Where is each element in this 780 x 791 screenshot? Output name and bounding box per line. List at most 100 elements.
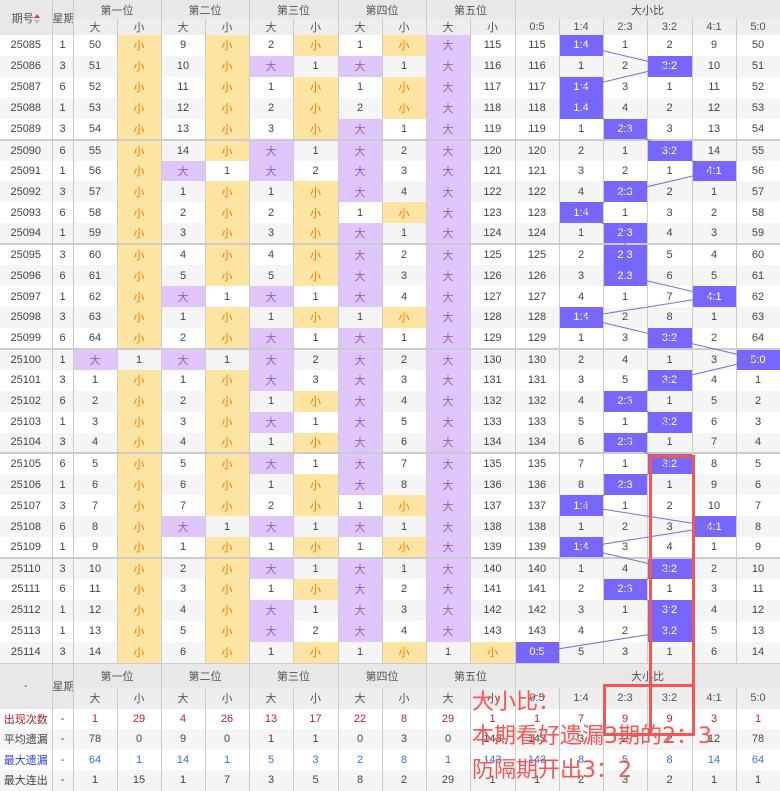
ratio-cell: 5 bbox=[692, 390, 737, 412]
position-4-big-cell: 1 bbox=[338, 202, 383, 224]
stats-value: 0 bbox=[426, 729, 471, 750]
weekday-cell: 3 bbox=[52, 432, 74, 455]
ratio-cell: 2 bbox=[559, 244, 604, 266]
position-4-big-cell: 大 bbox=[338, 160, 383, 182]
footer-ratio-0-5-header: 0:5 bbox=[515, 687, 560, 709]
ratio-hit-cell: 2:3 bbox=[603, 474, 648, 496]
stats-dash: - bbox=[52, 770, 74, 791]
position-2-header: 第二位 bbox=[161, 0, 250, 19]
weekday-cell: 3 bbox=[52, 244, 74, 266]
position-1-big-cell: 54 bbox=[73, 118, 118, 141]
position-1-big-cell: 64 bbox=[73, 327, 118, 350]
ratio-cell: 6 bbox=[736, 474, 780, 496]
ratio-cell: 7 bbox=[736, 495, 780, 517]
position-3-small-cell: 小 bbox=[293, 495, 339, 517]
position-1-small-cell: 小 bbox=[117, 390, 162, 412]
ratio-cell: 10 bbox=[736, 558, 780, 579]
ratio-cell: 6 bbox=[692, 641, 737, 663]
ratio-cell: 8 bbox=[692, 453, 737, 475]
position-2-small-cell: 小 bbox=[205, 369, 250, 391]
position-4-big-cell: 大 bbox=[338, 118, 383, 141]
ratio-cell: 14 bbox=[692, 139, 737, 161]
position-4-small-cell: 2 bbox=[382, 244, 427, 266]
ratio-cell: 1 bbox=[603, 453, 648, 475]
issue-header[interactable]: 期号 bbox=[0, 0, 53, 35]
position-3-small-cell: 小 bbox=[293, 223, 339, 246]
position-3-small-cell: 小 bbox=[293, 181, 339, 203]
position-4-small-cell: 2 bbox=[382, 348, 427, 370]
position-5-header: 第五位 bbox=[426, 0, 516, 19]
position-1-big-cell: 63 bbox=[73, 306, 118, 328]
ratio-cell: 3 bbox=[692, 223, 737, 246]
position-4-big-cell: 大 bbox=[338, 181, 383, 203]
ratio-cell: 4 bbox=[647, 223, 693, 246]
position-5-small-cell: 139 bbox=[470, 537, 516, 560]
ratio-cell: 124 bbox=[515, 223, 560, 246]
position-2-small-cell: 小 bbox=[205, 620, 250, 642]
position-1-big-cell: 6 bbox=[73, 474, 118, 496]
position-3-small-cell: 小 bbox=[293, 641, 339, 663]
position-3-big-cell: 1 bbox=[249, 474, 294, 496]
position-2-big-cell: 2 bbox=[161, 202, 206, 224]
ratio-cell: 3 bbox=[603, 537, 648, 560]
weekday-cell: 3 bbox=[52, 118, 74, 141]
ratio-cell: 121 bbox=[515, 160, 560, 182]
stats-dash: - bbox=[52, 749, 74, 770]
ratio-cell: 1 bbox=[603, 286, 648, 307]
position-3-big-cell: 2 bbox=[249, 97, 294, 119]
ratio-cell: 1 bbox=[559, 558, 604, 579]
pos3-big-header: 大 bbox=[249, 19, 294, 35]
position-1-small-cell: 1 bbox=[117, 348, 162, 370]
position-5-small-cell: 120 bbox=[470, 139, 516, 161]
ratio-cell: 5 bbox=[603, 369, 648, 391]
table-row: 25102 6 2 小 2 小 1 小大 4 大 132 132 4 2:3 1 5 2 bbox=[0, 390, 780, 412]
trend-table: 期号 星期 第一位 第二位 第三位 第四位 第五位 大小比 大小大小大小大小大小… bbox=[0, 0, 780, 663]
position-2-small-cell: 小 bbox=[205, 390, 250, 412]
ratio-cell: 59 bbox=[736, 223, 780, 246]
stats-value: 29 bbox=[426, 770, 471, 791]
position-5-small-cell: 141 bbox=[470, 578, 516, 600]
issue-number: 25109 bbox=[0, 537, 53, 560]
sort-icon[interactable] bbox=[33, 13, 40, 24]
position-3-big-cell: 3 bbox=[249, 118, 294, 141]
position-2-big-cell: 大 bbox=[161, 160, 206, 182]
position-4-small-cell: 6 bbox=[382, 432, 427, 455]
ratio-cell: 3 bbox=[559, 265, 604, 287]
stats-value: 1 bbox=[470, 770, 516, 791]
position-5-small-cell: 132 bbox=[470, 390, 516, 412]
ratio-cell: 1 bbox=[692, 306, 737, 328]
position-2-big-cell: 3 bbox=[161, 578, 206, 600]
stats-label: 最大遗漏 bbox=[0, 749, 53, 770]
ratio-cell: 2 bbox=[692, 202, 737, 224]
position-5-big-cell: 大 bbox=[426, 35, 471, 56]
ratio-cell: 122 bbox=[515, 181, 560, 203]
ratio-cell: 2 bbox=[603, 55, 648, 77]
weekday-cell: 6 bbox=[52, 327, 74, 350]
ratio-cell: 62 bbox=[736, 286, 780, 307]
position-2-small-cell: 小 bbox=[205, 495, 250, 517]
table-row: 25092 3 57 小 1 小 1 小大 4 大 122 122 4 2:3 2 1 57 bbox=[0, 181, 780, 203]
weekday-cell: 3 bbox=[52, 641, 74, 663]
table-row: 25108 6 8 小大 1 大 1 大 1 大 138 138 1 2 3 4:1 8 bbox=[0, 516, 780, 538]
ratio-cell: 10 bbox=[692, 495, 737, 517]
footer-weekday-header: 星期 bbox=[52, 663, 74, 709]
ratio-cell: 53 bbox=[736, 97, 780, 119]
footer-dash: - bbox=[0, 663, 53, 709]
ratio-cell: 115 bbox=[515, 35, 560, 56]
position-5-small-cell: 136 bbox=[470, 474, 516, 496]
ratio-cell: 5 bbox=[559, 411, 604, 433]
table-row: 25091 1 56 小大 1 大 2 大 3 大 121 121 3 2 1 4:1 56 bbox=[0, 160, 780, 182]
ratio-cell: 2 bbox=[647, 495, 693, 517]
ratio-cell: 3 bbox=[647, 516, 693, 538]
ratio-cell: 1 bbox=[559, 327, 604, 350]
ratio-cell: 118 bbox=[515, 97, 560, 119]
issue-number: 25096 bbox=[0, 265, 53, 287]
position-2-big-cell: 4 bbox=[161, 244, 206, 266]
table-row: 25099 6 64 小 2 小大 1 大 1 大 129 129 1 3 3:2 2 64 bbox=[0, 327, 780, 350]
position-5-big-cell: 大 bbox=[426, 265, 471, 287]
position-2-small-cell: 小 bbox=[205, 181, 250, 203]
position-2-small-cell: 小 bbox=[205, 327, 250, 350]
position-1-small-cell: 小 bbox=[117, 97, 162, 119]
weekday-cell: 1 bbox=[52, 348, 74, 370]
position-2-big-cell: 大 bbox=[161, 286, 206, 307]
